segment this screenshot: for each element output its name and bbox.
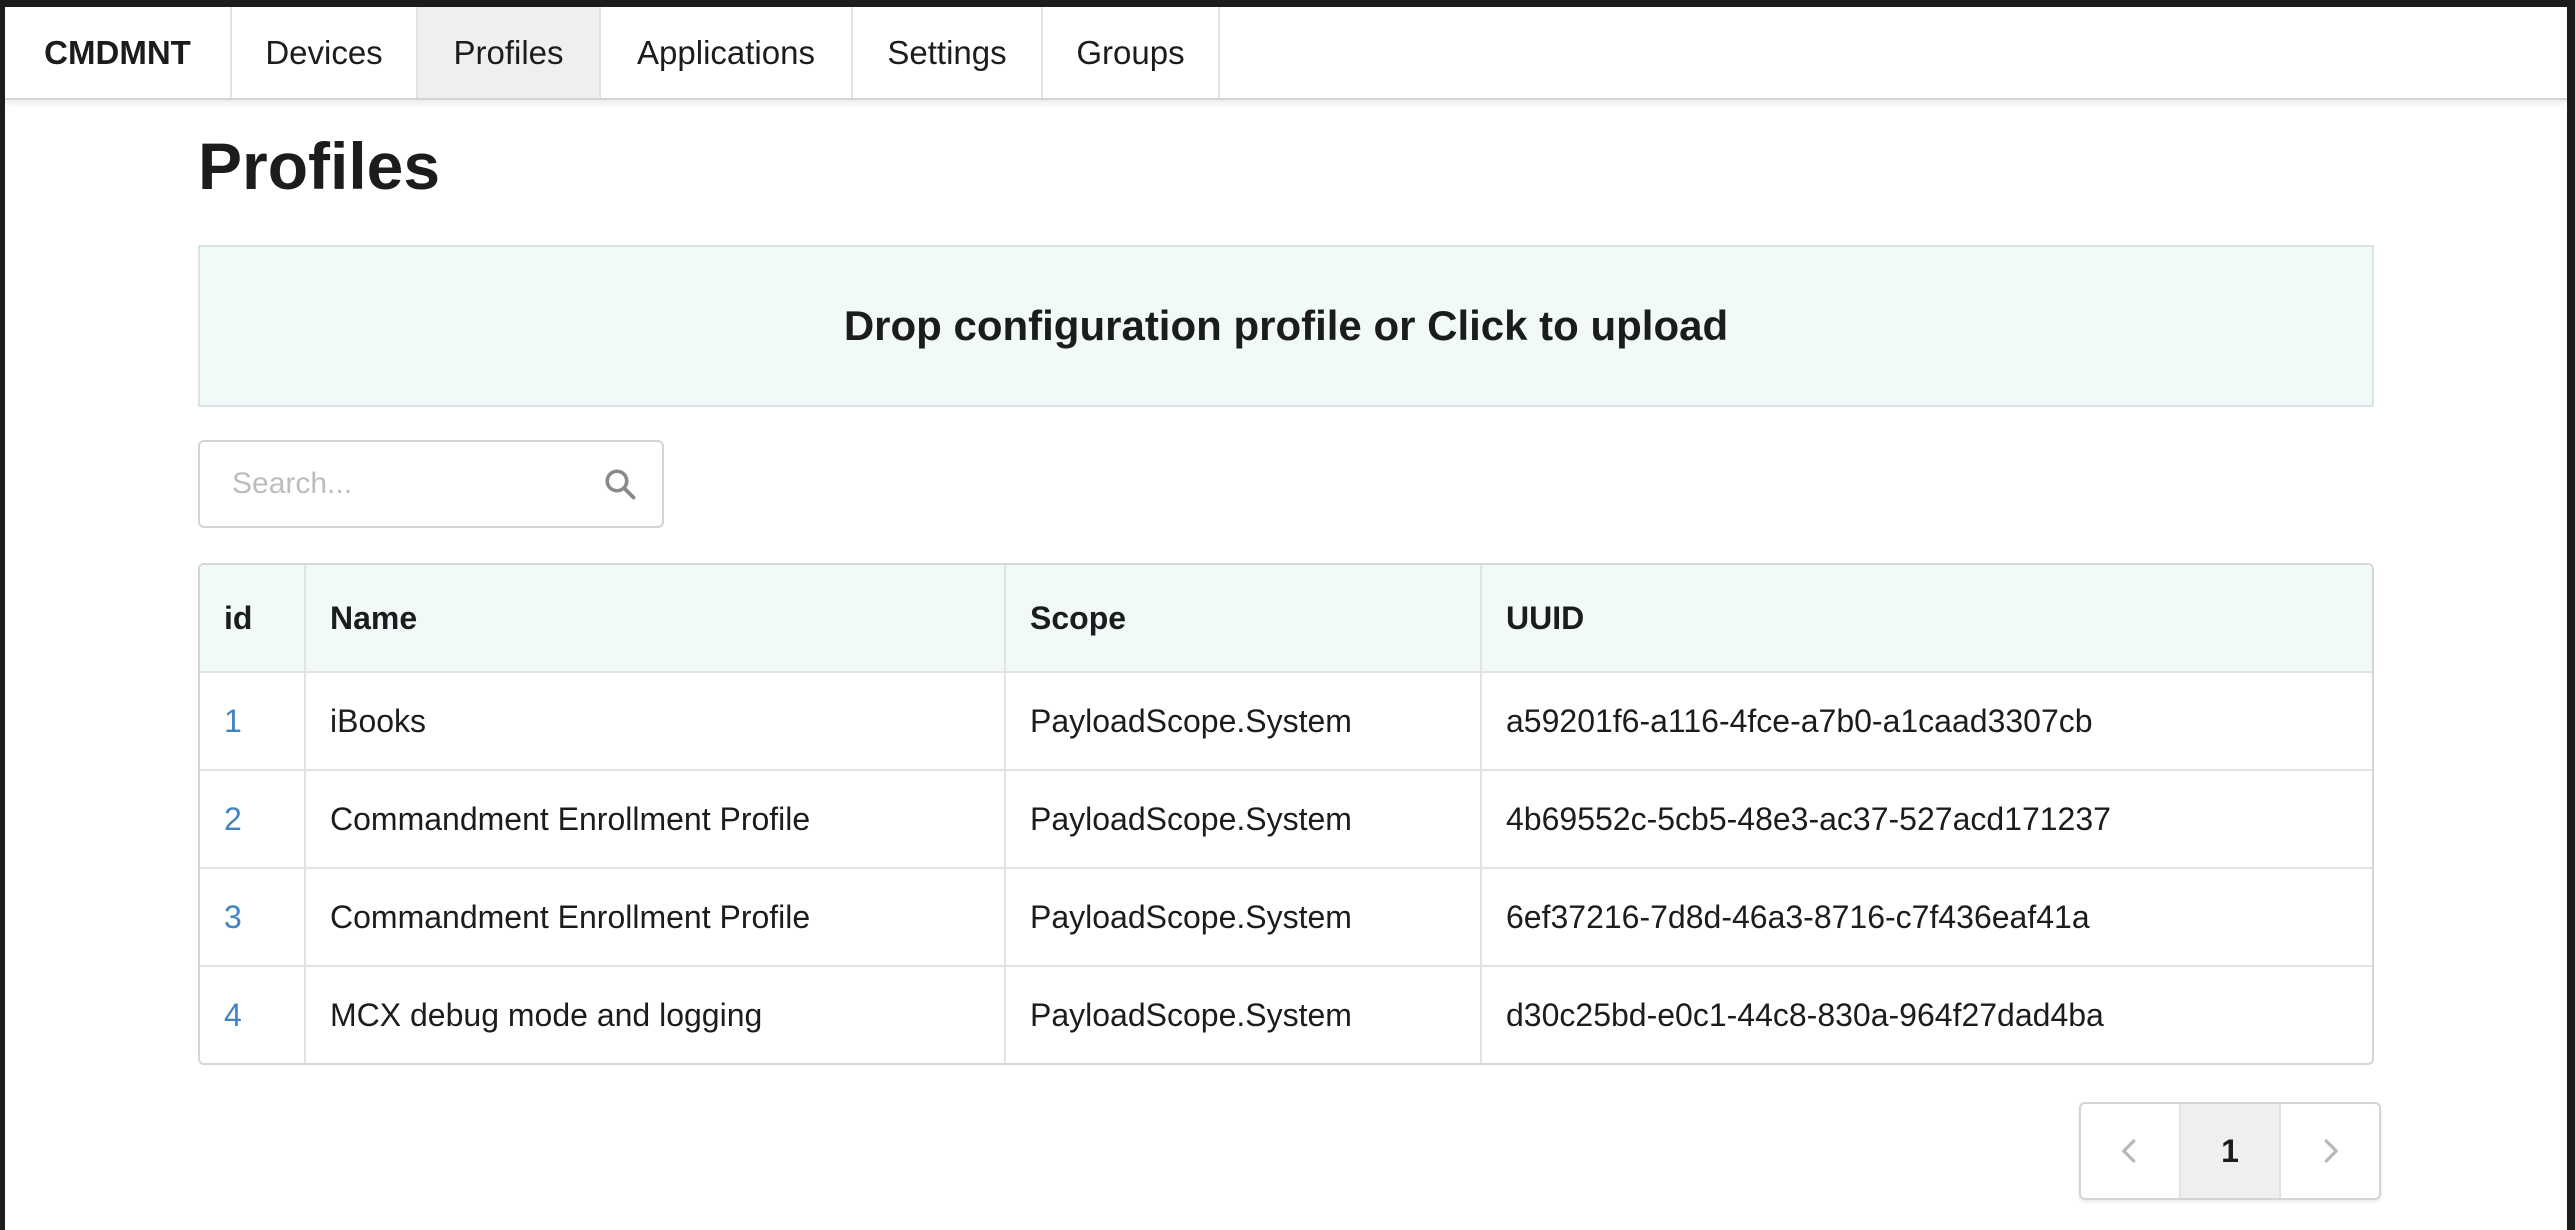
dropzone-label: Drop configuration profile or Click to u… [843,302,1729,349]
profile-upload-dropzone[interactable]: Drop configuration profile or Click to u… [198,245,2374,407]
row-scope-cell: PayloadScope.System [1004,869,1480,965]
table-row: 4 MCX debug mode and logging PayloadScop… [200,965,2372,1063]
pagination: 1 [2079,1102,2381,1200]
column-header-name[interactable]: Name [304,565,1004,671]
row-uuid-cell: d30c25bd-e0c1-44c8-830a-964f27dad4ba [1480,967,2372,1063]
row-scope-cell: PayloadScope.System [1004,673,1480,769]
nav-item-applications[interactable]: Applications [601,7,853,98]
page-number-button[interactable]: 1 [2179,1104,2279,1198]
nav-item-profiles[interactable]: Profiles [418,7,601,98]
row-id-cell: 2 [200,771,304,867]
row-uuid-cell: a59201f6-a116-4fce-a7b0-a1caad3307cb [1480,673,2372,769]
top-menu: CMDMNT Devices Profiles Applications Set… [5,7,2567,100]
table-row: 2 Commandment Enrollment Profile Payload… [200,769,2372,867]
row-uuid-cell: 4b69552c-5cb5-48e3-ac37-527acd171237 [1480,771,2372,867]
table-row: 1 iBooks PayloadScope.System a59201f6-a1… [200,671,2372,769]
search-input[interactable] [200,442,580,526]
row-scope-cell: PayloadScope.System [1004,771,1480,867]
profiles-table: id Name Scope UUID 1 iBooks PayloadScope… [198,563,2374,1065]
next-page-button[interactable] [2279,1104,2379,1198]
page-title: Profiles [198,129,441,203]
search-icon[interactable] [602,466,638,502]
table-row: 3 Commandment Enrollment Profile Payload… [200,867,2372,965]
row-id-cell: 3 [200,869,304,965]
row-name-cell: MCX debug mode and logging [304,967,1004,1063]
search-box [198,440,664,528]
profile-id-link[interactable]: 2 [224,801,242,838]
column-header-uuid[interactable]: UUID [1480,565,2372,671]
row-name-cell: iBooks [304,673,1004,769]
profile-id-link[interactable]: 4 [224,997,242,1034]
app-window: CMDMNT Devices Profiles Applications Set… [5,7,2567,1230]
brand-logo[interactable]: CMDMNT [5,7,232,98]
nav-item-settings[interactable]: Settings [853,7,1043,98]
row-scope-cell: PayloadScope.System [1004,967,1480,1063]
row-id-cell: 1 [200,673,304,769]
profile-id-link[interactable]: 1 [224,703,242,740]
chevron-left-icon [2122,1139,2136,1163]
prev-page-button[interactable] [2081,1104,2179,1198]
row-uuid-cell: 6ef37216-7d8d-46a3-8716-c7f436eaf41a [1480,869,2372,965]
column-header-id[interactable]: id [200,565,304,671]
column-header-scope[interactable]: Scope [1004,565,1480,671]
nav-item-groups[interactable]: Groups [1043,7,1220,98]
profile-id-link[interactable]: 3 [224,899,242,936]
table-header-row: id Name Scope UUID [200,565,2372,671]
chevron-right-icon [2324,1139,2338,1163]
row-id-cell: 4 [200,967,304,1063]
row-name-cell: Commandment Enrollment Profile [304,771,1004,867]
row-name-cell: Commandment Enrollment Profile [304,869,1004,965]
nav-item-devices[interactable]: Devices [232,7,418,98]
